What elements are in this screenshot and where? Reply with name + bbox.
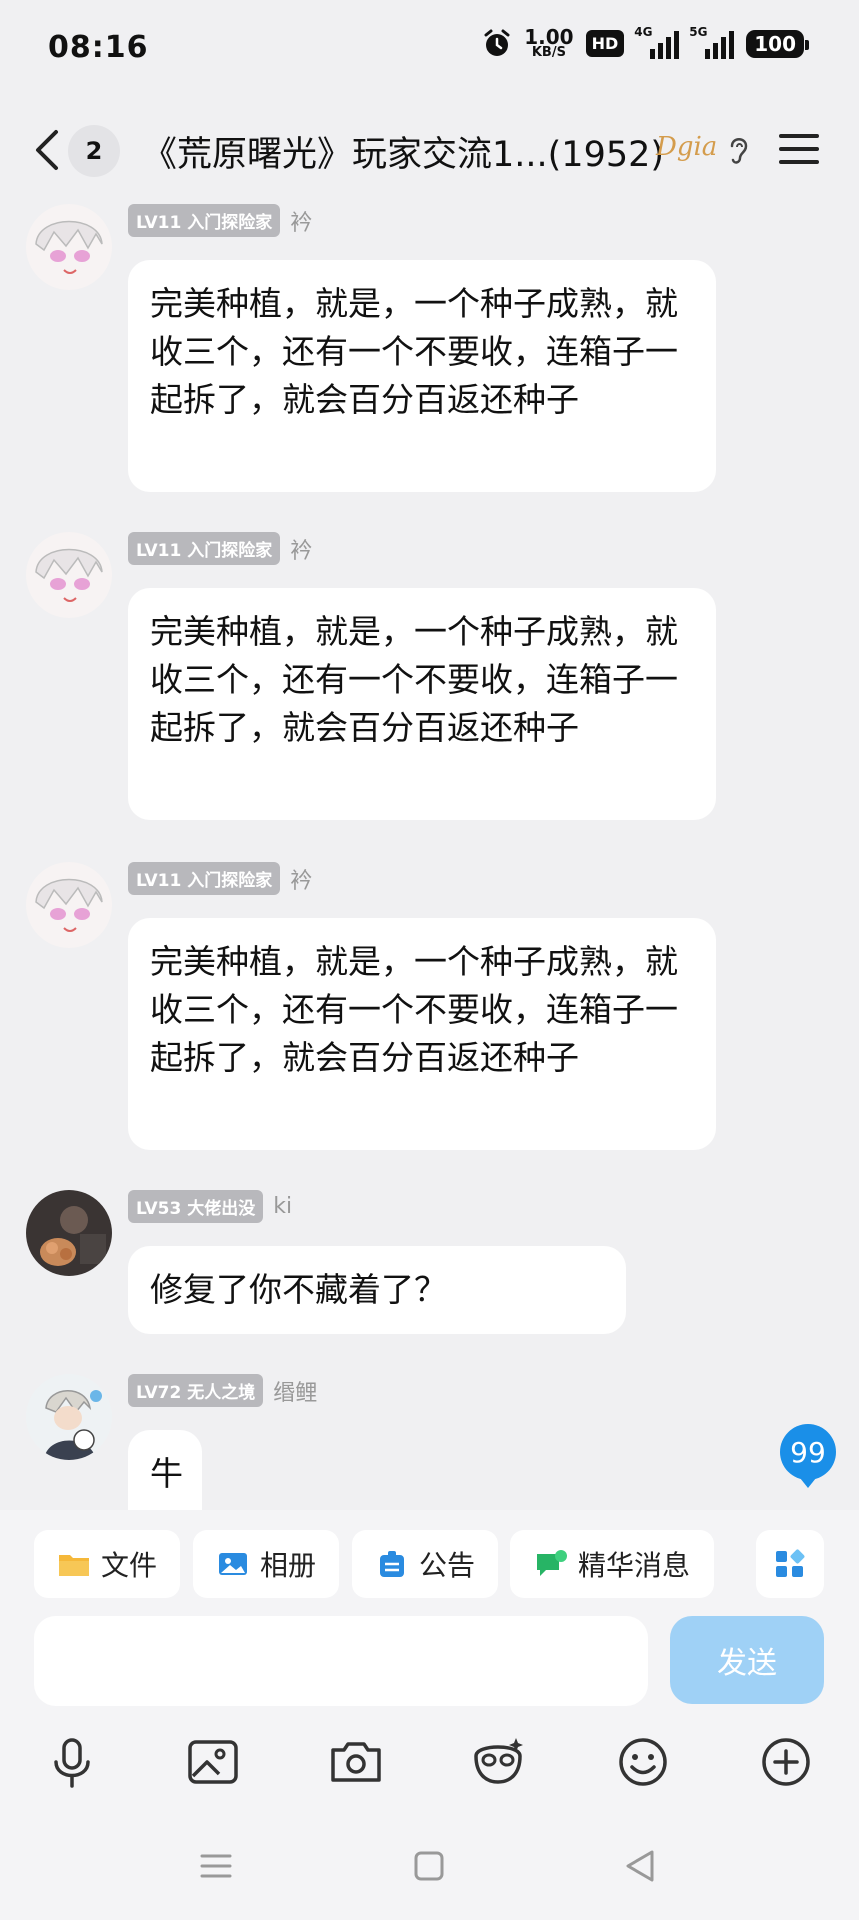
- brand-logo: Dgia: [656, 132, 718, 162]
- avatar[interactable]: [26, 532, 112, 618]
- message-bubble[interactable]: 完美种植，就是，一个种子成熟，就收三个，还有一个不要收，连箱子一起拆了，就会百分…: [128, 260, 716, 492]
- chat-title[interactable]: 《荒原曙光》玩家交流1...(1952): [142, 126, 664, 177]
- status-time: 08:16: [48, 30, 149, 65]
- microphone-icon[interactable]: [44, 1734, 100, 1790]
- ear-icon[interactable]: [724, 132, 754, 168]
- message-meta: LV11 入门探险家 衿: [128, 532, 312, 565]
- apps-chip[interactable]: [756, 1530, 824, 1598]
- chat-header: 2 《荒原曙光》玩家交流1...(1952) Dgia: [0, 110, 859, 190]
- level-badge: LV11 入门探险家: [128, 862, 281, 895]
- announcement-chip[interactable]: 公告: [352, 1530, 498, 1598]
- photo-album-icon: [218, 1553, 247, 1575]
- essence-label: 精华消息: [577, 1549, 690, 1582]
- announcement-icon: [379, 1551, 404, 1577]
- back-nav-icon[interactable]: [622, 1848, 658, 1884]
- album-chip[interactable]: 相册: [193, 1530, 339, 1598]
- home-icon[interactable]: [411, 1848, 447, 1884]
- alarm-icon: [484, 29, 510, 56]
- sticker-icon[interactable]: [470, 1734, 526, 1790]
- signal-4g-icon: 4G: [634, 25, 680, 59]
- album-label: 相册: [259, 1549, 316, 1582]
- announcement-label: 公告: [418, 1549, 475, 1582]
- hd-badge: HD: [585, 30, 625, 57]
- avatar[interactable]: [26, 1374, 112, 1460]
- send-button[interactable]: 发送: [670, 1616, 824, 1704]
- sender-name[interactable]: 缗鲤: [273, 1375, 317, 1407]
- apps-grid-icon: [776, 1549, 805, 1577]
- signal-4g-label: 4G: [634, 24, 653, 39]
- level-badge: LV11 入门探险家: [128, 204, 281, 237]
- recent-apps-icon[interactable]: [198, 1848, 234, 1884]
- sender-name[interactable]: 衿: [290, 863, 312, 895]
- message-bubble[interactable]: 完美种植，就是，一个种子成熟，就收三个，还有一个不要收，连箱子一起拆了，就会百分…: [128, 588, 716, 820]
- essence-chip[interactable]: 精华消息: [510, 1530, 714, 1598]
- level-badge: LV53 大佬出没: [128, 1190, 264, 1223]
- message-input[interactable]: [34, 1616, 648, 1706]
- image-icon[interactable]: [185, 1734, 241, 1790]
- net-speed: 1.00 KB/S: [524, 25, 574, 60]
- avatar[interactable]: [26, 1190, 112, 1276]
- camera-icon[interactable]: [328, 1734, 384, 1790]
- net-speed-unit: KB/S: [531, 45, 566, 60]
- sender-name[interactable]: 衿: [290, 205, 312, 237]
- menu-icon[interactable]: [778, 132, 820, 166]
- net-speed-value: 1.00: [524, 25, 574, 49]
- message-bubble[interactable]: 完美种植，就是，一个种子成熟，就收三个，还有一个不要收，连箱子一起拆了，就会百分…: [128, 918, 716, 1150]
- plus-icon[interactable]: [758, 1734, 814, 1790]
- sender-name[interactable]: ki: [273, 1194, 292, 1219]
- avatar[interactable]: [26, 862, 112, 948]
- level-badge: LV11 入门探险家: [128, 532, 281, 565]
- message-meta: LV53 大佬出没 ki: [128, 1190, 292, 1223]
- battery-icon: 100: [746, 29, 809, 58]
- message-meta: LV11 入门探险家 衿: [128, 204, 312, 237]
- files-chip[interactable]: 文件: [34, 1530, 180, 1598]
- level-badge: LV72 无人之境: [128, 1374, 264, 1407]
- message-bubble[interactable]: 修复了你不藏着了？: [128, 1246, 626, 1334]
- unread-messages-badge[interactable]: 99: [780, 1424, 836, 1488]
- message-meta: LV72 无人之境 缗鲤: [128, 1374, 317, 1407]
- back-arrow-icon[interactable]: [28, 128, 68, 172]
- signal-5g-icon: 5G: [689, 25, 735, 59]
- emoji-icon[interactable]: [615, 1734, 671, 1790]
- unread-count-pill[interactable]: 2: [68, 125, 120, 177]
- avatar[interactable]: [26, 204, 112, 290]
- essence-messages-icon: [536, 1550, 567, 1576]
- signal-5g-label: 5G: [689, 24, 708, 39]
- status-icons: 1.00 KB/S HD 4G 5G 100: [482, 25, 809, 60]
- message-meta: LV11 入门探险家 衿: [128, 862, 312, 895]
- folder-icon: [58, 1555, 89, 1576]
- sender-name[interactable]: 衿: [290, 533, 312, 565]
- files-label: 文件: [100, 1549, 157, 1582]
